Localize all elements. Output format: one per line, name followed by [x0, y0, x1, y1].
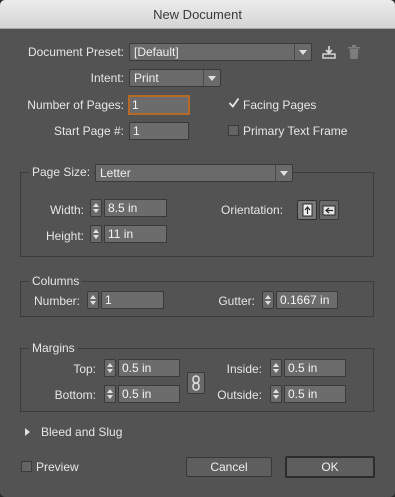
chevron-down-icon — [294, 44, 311, 60]
delete-preset-icon[interactable] — [347, 44, 361, 60]
window-title: New Document — [0, 0, 395, 29]
facing-pages-checkbox[interactable] — [228, 97, 240, 109]
start-page-input[interactable] — [129, 122, 189, 140]
chevron-down-icon — [203, 70, 220, 86]
margin-outside-stepper[interactable] — [270, 385, 282, 403]
gutter-input[interactable] — [276, 291, 338, 309]
landscape-icon — [322, 205, 336, 216]
primary-text-frame-checkbox[interactable] — [228, 125, 239, 136]
columns-number-label: Number: — [33, 294, 80, 308]
margin-inside-stepper[interactable] — [270, 359, 282, 377]
height-label: Height: — [45, 229, 84, 243]
ok-button[interactable]: OK — [285, 456, 375, 478]
page-size-value: Letter — [100, 166, 131, 180]
height-input[interactable] — [104, 225, 167, 243]
portrait-orientation-button[interactable] — [297, 200, 317, 220]
page-size-dropdown[interactable]: Letter — [95, 164, 293, 182]
document-preset-label: Document Preset: — [27, 45, 124, 59]
margin-top-stepper[interactable] — [104, 359, 116, 377]
preview-label: Preview — [36, 460, 79, 474]
save-preset-icon[interactable] — [321, 44, 337, 60]
bleed-and-slug-label: Bleed and Slug — [41, 425, 123, 439]
intent-label: Intent: — [90, 71, 124, 85]
document-preset-value: [Default] — [134, 45, 179, 59]
start-page-label: Start Page #: — [53, 124, 124, 138]
margin-outside-input[interactable] — [284, 385, 346, 403]
margin-inside-input[interactable] — [284, 359, 346, 377]
width-label: Width: — [49, 203, 84, 217]
margin-bottom-input[interactable] — [118, 385, 180, 403]
number-of-pages-label: Number of Pages: — [27, 98, 124, 112]
bleed-and-slug-disclosure[interactable]: Bleed and Slug — [25, 425, 165, 441]
primary-text-frame-label: Primary Text Frame — [243, 124, 348, 138]
disclosure-triangle-icon — [25, 428, 30, 436]
number-of-pages-input[interactable] — [128, 95, 190, 115]
margin-top-label: Top: — [73, 362, 96, 376]
width-input[interactable] — [104, 199, 167, 217]
gutter-label: Gutter: — [218, 294, 255, 308]
intent-dropdown[interactable]: Print — [129, 69, 221, 87]
page-size-label: Page Size: — [29, 165, 94, 179]
cancel-button[interactable]: Cancel — [186, 457, 272, 477]
facing-pages-label: Facing Pages — [243, 98, 317, 112]
orientation-label: Orientation: — [221, 203, 284, 217]
new-document-dialog: New Document Document Preset: [Default] … — [0, 0, 395, 497]
landscape-orientation-button[interactable] — [319, 200, 339, 220]
document-preset-dropdown[interactable]: [Default] — [129, 43, 312, 61]
margins-title: Margins — [29, 341, 78, 355]
columns-title: Columns — [29, 274, 83, 288]
chevron-down-icon — [275, 165, 292, 181]
margin-outside-label: Outside: — [217, 388, 262, 402]
intent-value: Print — [134, 71, 159, 85]
width-stepper[interactable] — [90, 199, 102, 217]
margin-top-input[interactable] — [118, 359, 180, 377]
margin-inside-label: Inside: — [226, 362, 262, 376]
preview-checkbox[interactable] — [21, 461, 32, 472]
portrait-icon — [302, 203, 313, 217]
height-stepper[interactable] — [90, 225, 102, 243]
margin-bottom-stepper[interactable] — [104, 385, 116, 403]
margin-bottom-label: Bottom: — [54, 388, 96, 402]
gutter-stepper[interactable] — [262, 291, 274, 309]
columns-number-input[interactable] — [101, 291, 164, 309]
columns-number-stepper[interactable] — [87, 291, 99, 309]
